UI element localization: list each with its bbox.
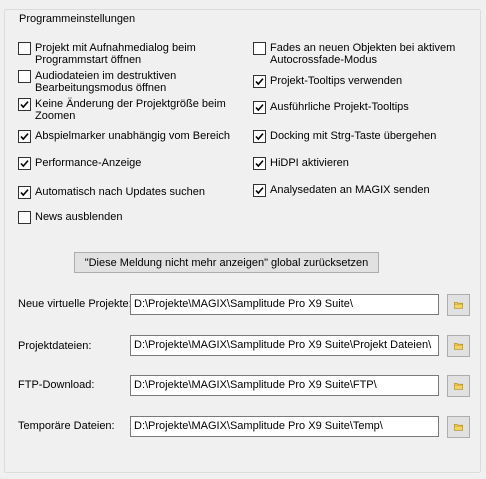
- folder-icon: [454, 424, 463, 431]
- checkmark-icon: [20, 160, 29, 168]
- option-label: Abspielmarker unabhängig vom Bereich: [35, 130, 231, 142]
- virtual-projects-path-input[interactable]: D:\Projekte\MAGIX\Samplitude Pro X9 Suit…: [130, 294, 439, 315]
- folder-icon: [454, 383, 463, 390]
- option-label: Docking mit Strg-Taste übergehen: [270, 130, 437, 142]
- browse-ftp-download-button[interactable]: [447, 375, 470, 397]
- checkbox[interactable]: [253, 157, 266, 170]
- option-label: Projekt mit Aufnahmedialog beim Programm…: [35, 42, 196, 66]
- option-label: Fades an neuen Objekten bei aktivem Auto…: [270, 42, 456, 66]
- checkbox[interactable]: [253, 130, 266, 143]
- option-detailed-tooltips[interactable]: Ausführliche Projekt-Tooltips: [253, 101, 409, 114]
- checkbox[interactable]: [253, 101, 266, 114]
- option-label: Keine Änderung der Projektgröße beim Zoo…: [35, 98, 226, 122]
- option-no-project-size-change[interactable]: Keine Änderung der Projektgröße beim Zoo…: [18, 98, 233, 122]
- option-open-project-recording[interactable]: Projekt mit Aufnahmedialog beim Programm…: [18, 42, 233, 66]
- option-playmarker-independent[interactable]: Abspielmarker unabhängig vom Bereich: [18, 130, 230, 143]
- option-hide-news[interactable]: News ausblenden: [18, 211, 122, 224]
- ftp-download-path-input[interactable]: D:\Projekte\MAGIX\Samplitude Pro X9 Suit…: [130, 375, 439, 396]
- path-label-virtual-projects: Neue virtuelle Projekte:: [18, 298, 132, 310]
- checkbox[interactable]: [18, 186, 31, 199]
- folder-icon: [454, 302, 463, 309]
- option-project-tooltips[interactable]: Projekt-Tooltips verwenden: [253, 75, 402, 88]
- option-fades-autocrossfade[interactable]: Fades an neuen Objekten bei aktivem Auto…: [253, 42, 473, 66]
- option-performance-display[interactable]: Performance-Anzeige: [18, 157, 141, 170]
- checkmark-icon: [255, 187, 264, 195]
- checkmark-icon: [255, 160, 264, 168]
- reset-messages-button[interactable]: "Diese Meldung nicht mehr anzeigen" glob…: [74, 252, 379, 273]
- checkmark-icon: [255, 104, 264, 112]
- option-hidpi[interactable]: HiDPI aktivieren: [253, 157, 349, 170]
- option-docking-ctrl[interactable]: Docking mit Strg-Taste übergehen: [253, 130, 436, 143]
- checkbox[interactable]: [18, 130, 31, 143]
- option-label: Audiodateien im destruktiven Bearbeitung…: [35, 70, 177, 94]
- browse-virtual-projects-button[interactable]: [447, 294, 470, 316]
- option-auto-update[interactable]: Automatisch nach Updates suchen: [18, 186, 205, 199]
- option-destructive-mode[interactable]: Audiodateien im destruktiven Bearbeitung…: [18, 70, 233, 94]
- checkmark-icon: [20, 189, 29, 197]
- checkmark-icon: [255, 78, 264, 86]
- checkbox[interactable]: [18, 211, 31, 224]
- temp-files-path-input[interactable]: D:\Projekte\MAGIX\Samplitude Pro X9 Suit…: [130, 416, 439, 437]
- group-title: Programmeinstellungen: [17, 13, 138, 25]
- project-files-path-input[interactable]: D:\Projekte\MAGIX\Samplitude Pro X9 Suit…: [130, 335, 439, 356]
- option-label: Performance-Anzeige: [35, 157, 142, 169]
- option-send-analytics[interactable]: Analysedaten an MAGIX senden: [253, 184, 430, 197]
- folder-icon: [454, 343, 463, 350]
- option-label: Ausführliche Projekt-Tooltips: [270, 101, 409, 113]
- checkmark-icon: [20, 133, 29, 141]
- checkbox[interactable]: [253, 184, 266, 197]
- checkbox[interactable]: [253, 42, 266, 55]
- option-label: Automatisch nach Updates suchen: [35, 186, 205, 198]
- browse-temp-files-button[interactable]: [447, 416, 470, 438]
- checkbox[interactable]: [18, 98, 31, 111]
- browse-project-files-button[interactable]: [447, 335, 470, 357]
- path-label-project-files: Projektdateien:: [18, 340, 92, 352]
- checkmark-icon: [255, 133, 264, 141]
- path-label-ftp-download: FTP-Download:: [18, 379, 95, 391]
- option-label: Projekt-Tooltips verwenden: [270, 75, 403, 87]
- path-label-temp-files: Temporäre Dateien:: [18, 420, 115, 432]
- checkbox[interactable]: [18, 70, 31, 83]
- option-label: HiDPI aktivieren: [270, 157, 349, 169]
- checkbox[interactable]: [253, 75, 266, 88]
- checkbox[interactable]: [18, 42, 31, 55]
- option-label: News ausblenden: [35, 211, 123, 223]
- checkmark-icon: [20, 101, 29, 109]
- checkbox[interactable]: [18, 157, 31, 170]
- option-label: Analysedaten an MAGIX senden: [270, 184, 430, 196]
